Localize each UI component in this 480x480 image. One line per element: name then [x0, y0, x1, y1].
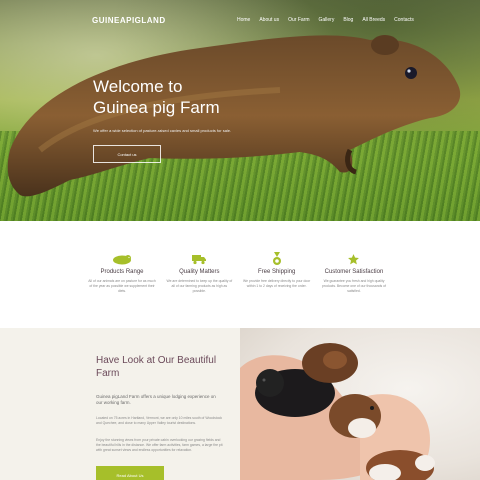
feature-title: Customer Satisfaction — [324, 269, 384, 275]
medal-icon — [243, 252, 311, 266]
feature-quality-matters: Quality Matters We are determined to kee… — [165, 252, 233, 294]
nav-blog[interactable]: Blog — [343, 17, 353, 23]
feature-title: Free Shipping — [257, 269, 296, 275]
feature-free-shipping: Free Shipping We provide free delivery d… — [243, 252, 311, 294]
guinea-pigs-in-hands-image — [240, 328, 480, 480]
feature-desc: We provide free delivery directly to you… — [243, 279, 311, 288]
farm-intro: Guinea pigLand Farm offers a unique lodg… — [96, 394, 216, 405]
hero-title-line1: Welcome to — [93, 77, 183, 96]
nav-gallery[interactable]: Gallery — [318, 17, 334, 23]
star-icon — [320, 252, 388, 266]
feature-desc: We guarantee you fresh and high quality … — [322, 279, 386, 293]
site-logo[interactable]: GUINEAPIGLAND — [92, 16, 166, 25]
feature-title: Quality Matters — [179, 269, 220, 275]
nav-contacts[interactable]: Contacts — [394, 17, 414, 23]
contact-us-button[interactable]: Contact us — [93, 145, 161, 163]
hero-title: Welcome to Guinea pig Farm — [93, 76, 220, 118]
farm-title: Have Look at Our Beautiful Farm — [96, 355, 217, 379]
hero-title-line2: Guinea pig Farm — [93, 98, 220, 117]
nav-about[interactable]: About us — [259, 17, 279, 23]
truck-icon — [165, 252, 233, 266]
nav-home[interactable]: Home — [237, 17, 250, 23]
hero-subtitle: We offer a wide selection of pasture-rai… — [93, 128, 232, 133]
feature-desc: We are determined to keep up the quality… — [166, 279, 233, 293]
hero-banner: GUINEAPIGLAND Home About us Our Farm Gal… — [0, 0, 480, 221]
guinea-pig-image — [7, 35, 461, 197]
guinea-pig-icon — [88, 252, 156, 266]
features-row: Products Range All of our animals are on… — [88, 252, 388, 294]
main-nav: Home About us Our Farm Gallery Blog All … — [237, 17, 414, 23]
farm-location-text: Located on 75 acres in Hartland, Vermont… — [96, 416, 223, 425]
nav-all-breeds[interactable]: All Breeds — [362, 17, 385, 23]
feature-products-range: Products Range All of our animals are on… — [88, 252, 156, 294]
feature-desc: All of our animals are on pasture for as… — [88, 279, 156, 293]
feature-title: Products Range — [100, 269, 144, 275]
feature-customer-satisfaction: Customer Satisfaction We guarantee you f… — [320, 252, 388, 294]
nav-our-farm[interactable]: Our Farm — [288, 17, 309, 23]
farm-activities-text: Enjoy the stunning views from your priva… — [96, 438, 223, 452]
read-about-us-button[interactable]: Read About Us — [96, 466, 164, 480]
